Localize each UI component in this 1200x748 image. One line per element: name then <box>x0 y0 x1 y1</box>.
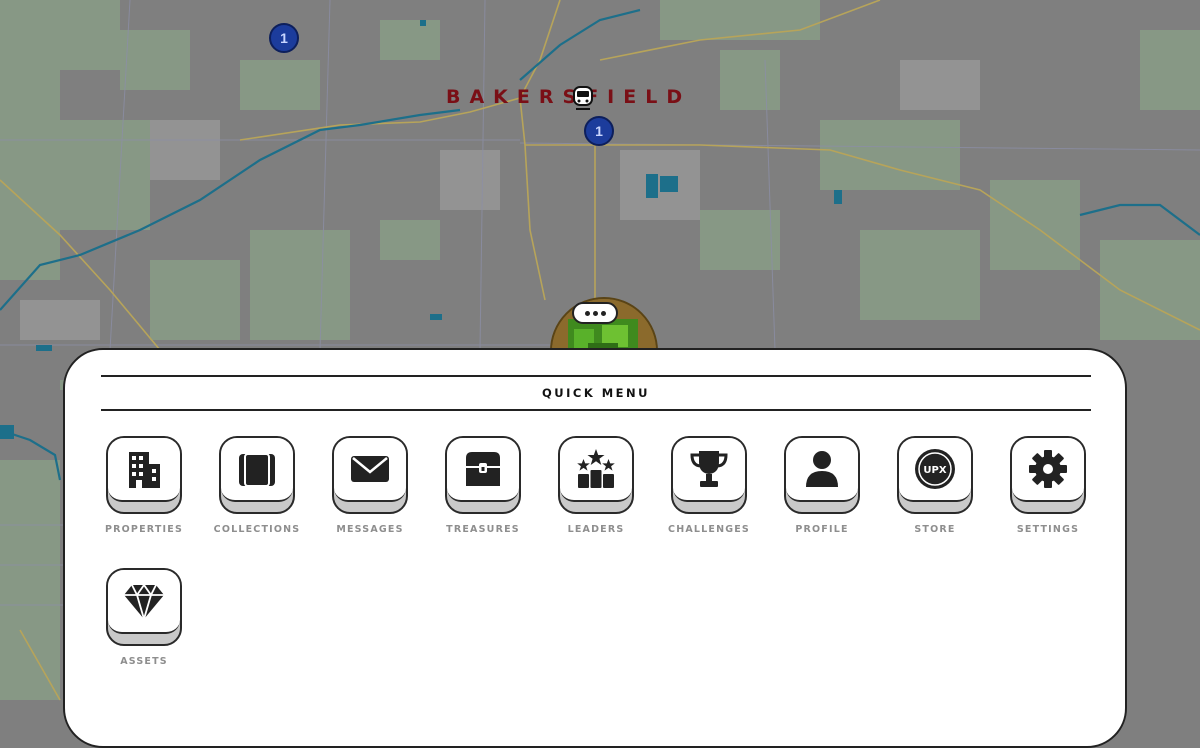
map-cluster-marker[interactable]: 1 <box>269 23 299 53</box>
dot <box>600 310 606 316</box>
collections-button[interactable] <box>219 436 295 514</box>
menu-item-label: SETTINGS <box>1016 524 1080 535</box>
treasures-button[interactable] <box>445 436 521 514</box>
settings-button[interactable] <box>1010 436 1086 514</box>
menu-item-label: COLLECTIONS <box>213 524 301 535</box>
dot <box>584 310 590 316</box>
quick-menu-panel: QUICK MENU PROPERTIES COLLECTIONS MESSAG… <box>63 348 1127 748</box>
quick-menu-title: QUICK MENU <box>541 386 650 400</box>
trophy-icon <box>690 451 728 487</box>
menu-item-label: PROFILE <box>795 524 849 535</box>
menu-item-leaders[interactable]: LEADERS <box>540 436 650 546</box>
menu-item-messages[interactable]: MESSAGES <box>314 436 424 546</box>
menu-item-challenges[interactable]: CHALLENGES <box>653 436 763 546</box>
menu-item-settings[interactable]: SETTINGS <box>992 436 1102 546</box>
menu-item-assets[interactable]: ASSETS <box>88 568 198 678</box>
collections-icon <box>239 453 275 487</box>
properties-button[interactable] <box>106 436 182 514</box>
menu-item-store[interactable]: UPX STORE <box>879 436 989 546</box>
leaders-button[interactable] <box>558 436 634 514</box>
menu-item-properties[interactable]: PROPERTIES <box>88 436 198 546</box>
map-cluster-marker[interactable]: 1 <box>584 116 614 146</box>
coin-text: UPX <box>923 465 946 476</box>
challenges-button[interactable] <box>671 436 747 514</box>
treasure-chest-icon <box>466 452 500 486</box>
menu-item-treasures[interactable]: TREASURES <box>427 436 537 546</box>
city-label: BAKERSFIELD <box>446 86 692 108</box>
menu-item-label: MESSAGES <box>336 524 404 535</box>
diamond-icon <box>124 583 164 620</box>
menu-item-label: PROPERTIES <box>104 524 184 535</box>
menu-item-collections[interactable]: COLLECTIONS <box>201 436 311 546</box>
menu-item-label: TREASURES <box>446 524 520 535</box>
assets-button[interactable] <box>106 568 182 646</box>
menu-item-profile[interactable]: PROFILE <box>766 436 876 546</box>
leaderboard-stars-icon <box>577 449 615 488</box>
store-button[interactable]: UPX <box>897 436 973 514</box>
menu-item-label: LEADERS <box>567 524 625 535</box>
menu-item-label: STORE <box>914 524 956 535</box>
quick-menu-header: QUICK MENU <box>101 375 1091 411</box>
profile-button[interactable] <box>784 436 860 514</box>
more-options-button[interactable] <box>572 302 618 324</box>
upx-coin-icon: UPX <box>915 449 955 489</box>
gear-icon <box>1029 450 1067 488</box>
menu-item-label: CHALLENGES <box>668 524 750 535</box>
person-icon <box>806 451 838 487</box>
train-station-icon[interactable] <box>571 85 595 111</box>
envelope-icon <box>351 456 389 482</box>
messages-button[interactable] <box>332 436 408 514</box>
menu-item-label: ASSETS <box>120 656 168 667</box>
building-icon <box>129 452 160 488</box>
dot <box>592 310 598 316</box>
